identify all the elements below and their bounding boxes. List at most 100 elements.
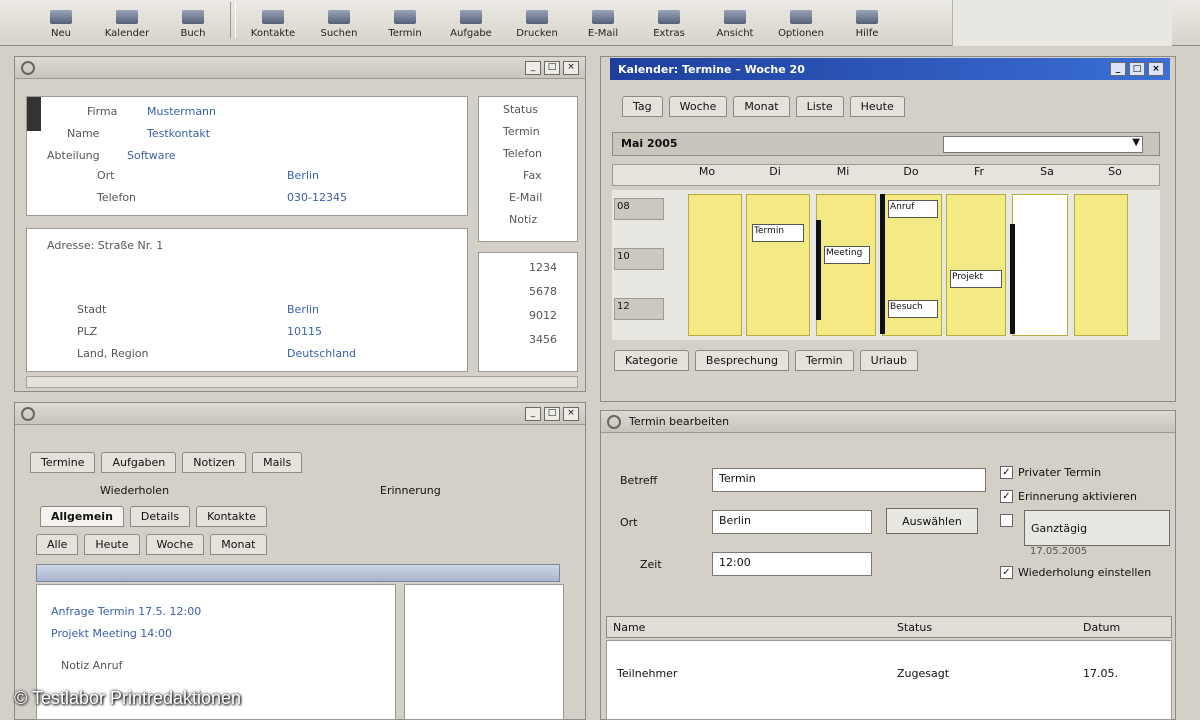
toolbar-book-button[interactable]: Buch xyxy=(160,0,226,39)
filter-all[interactable]: Alle xyxy=(36,534,79,555)
subject-input[interactable]: Termin xyxy=(712,468,986,492)
view-day[interactable]: Tag xyxy=(622,96,663,117)
tab-mails[interactable]: Mails xyxy=(252,452,303,473)
minimize-icon[interactable]: _ xyxy=(525,406,541,421)
table-cell[interactable]: Zugesagt xyxy=(897,667,949,680)
appointment[interactable]: Anruf xyxy=(888,200,938,218)
appointment[interactable]: Projekt xyxy=(950,270,1002,288)
toolbar-view-button[interactable]: Ansicht xyxy=(702,0,768,39)
day-column[interactable] xyxy=(746,194,810,336)
toolbar-new-button[interactable]: Neu xyxy=(28,0,94,39)
appointment[interactable]: Meeting xyxy=(824,246,870,264)
table-cell[interactable]: Teilnehmer xyxy=(617,667,677,680)
day-label: So xyxy=(1108,165,1122,178)
calendar-grid: 08 10 12 Termin Meeting Anruf Projekt Be… xyxy=(612,190,1160,340)
allday-option[interactable]: Ganztägig xyxy=(1024,510,1170,546)
day-column[interactable] xyxy=(688,194,742,336)
maximize-icon[interactable]: □ xyxy=(544,406,560,421)
task-icon xyxy=(460,10,482,24)
appointment[interactable]: Besuch xyxy=(888,300,938,318)
reminder-checkbox[interactable]: ✓ xyxy=(1000,490,1013,503)
private-checkbox[interactable]: ✓ xyxy=(1000,466,1013,479)
view-today[interactable]: Heute xyxy=(849,96,905,117)
tools-icon xyxy=(658,10,680,24)
select-button[interactable]: Auswählen xyxy=(886,508,978,534)
day-column[interactable] xyxy=(1012,194,1068,336)
close-icon[interactable]: × xyxy=(1148,62,1164,76)
toolbar-mail-button[interactable]: E-Mail xyxy=(570,0,636,39)
tab-termine[interactable]: Termine xyxy=(30,452,96,473)
subtab-general[interactable]: Allgemein xyxy=(40,506,124,527)
filter-today[interactable]: Heute xyxy=(84,534,140,555)
subtab-details[interactable]: Details xyxy=(129,506,191,527)
day-label: Mi xyxy=(836,165,850,178)
date-dropdown[interactable]: ▼ xyxy=(943,136,1143,153)
column-header[interactable]: Name xyxy=(613,621,645,634)
time-label: 12 xyxy=(614,298,664,320)
tab-aufgaben[interactable]: Aufgaben xyxy=(101,452,177,473)
minimize-icon[interactable]: _ xyxy=(1110,62,1126,76)
appointment-icon xyxy=(394,10,416,24)
view-list[interactable]: Liste xyxy=(795,96,844,117)
toolbar-separator xyxy=(230,1,236,38)
list-item[interactable]: Anfrage Termin 17.5. 12:00 xyxy=(51,605,201,618)
view-month[interactable]: Monat xyxy=(733,96,790,117)
footer-tab[interactable]: Urlaub xyxy=(859,350,918,371)
subtab-contacts[interactable]: Kontakte xyxy=(196,506,267,527)
card-marker xyxy=(27,97,41,131)
option-reminder[interactable]: Erinnerung xyxy=(380,484,441,497)
toolbar-contacts-button[interactable]: Kontakte xyxy=(240,0,306,39)
side-label: Fax xyxy=(523,169,542,182)
view-week[interactable]: Woche xyxy=(668,96,728,117)
maximize-icon[interactable]: □ xyxy=(544,60,560,75)
footer-tab[interactable]: Besprechung xyxy=(694,350,789,371)
footer-tab[interactable]: Termin xyxy=(794,350,854,371)
day-column[interactable] xyxy=(1074,194,1128,336)
side-label: Notiz xyxy=(509,213,538,226)
close-icon[interactable]: × xyxy=(563,406,579,421)
day-column[interactable] xyxy=(816,194,876,336)
minimize-icon[interactable]: _ xyxy=(525,60,541,75)
filter-month[interactable]: Monat xyxy=(210,534,267,555)
toolbar-help-button[interactable]: Hilfe xyxy=(834,0,900,39)
details-scrollbar[interactable] xyxy=(26,376,578,388)
toolbar-empty-area xyxy=(952,0,1172,46)
options-icon xyxy=(790,10,812,24)
side-label: Telefon xyxy=(503,147,543,160)
toolbar-print-button[interactable]: Drucken xyxy=(504,0,570,39)
table-cell[interactable]: 17.05. xyxy=(1083,667,1118,680)
appointment-bar[interactable] xyxy=(880,194,885,334)
option-repeat[interactable]: Wiederholen xyxy=(100,484,169,497)
footer-tab[interactable]: Kategorie xyxy=(614,350,689,371)
appointment[interactable]: Termin xyxy=(752,224,804,242)
allday-checkbox[interactable] xyxy=(1000,514,1013,527)
chevron-down-icon: ▼ xyxy=(1132,137,1140,148)
toolbar-options-button[interactable]: Optionen xyxy=(768,0,834,39)
side-value: 3456 xyxy=(529,333,557,346)
time-input[interactable]: 12:00 xyxy=(712,552,872,576)
column-header[interactable]: Status xyxy=(897,621,932,634)
window-controls: _ □ × xyxy=(525,406,579,421)
appointment-bar[interactable] xyxy=(1010,224,1015,334)
toolbar-appointment-button[interactable]: Termin xyxy=(372,0,438,39)
day-column[interactable] xyxy=(946,194,1006,336)
column-header[interactable]: Datum xyxy=(1083,621,1120,634)
toolbar-calendar-button[interactable]: Kalender xyxy=(94,0,160,39)
task-filters: Alle Heute Woche Monat xyxy=(36,534,267,555)
maximize-icon[interactable]: □ xyxy=(1129,62,1145,76)
appointment-bar[interactable] xyxy=(816,220,821,320)
main-toolbar: Neu Kalender Buch Kontakte Suchen Termin… xyxy=(0,0,1200,46)
toolbar-search-button[interactable]: Suchen xyxy=(306,0,372,39)
close-icon[interactable]: × xyxy=(563,60,579,75)
repeat-checkbox[interactable]: ✓ xyxy=(1000,566,1013,579)
side-value: 5678 xyxy=(529,285,557,298)
filter-week[interactable]: Woche xyxy=(145,534,205,555)
view-icon xyxy=(724,10,746,24)
time-label: Zeit xyxy=(640,558,662,571)
toolbar-task-button[interactable]: Aufgabe xyxy=(438,0,504,39)
list-item[interactable]: Projekt Meeting 14:00 xyxy=(51,627,172,640)
toolbar-tools-button[interactable]: Extras xyxy=(636,0,702,39)
list-item[interactable]: Notiz Anruf xyxy=(61,659,122,672)
location-input[interactable]: Berlin xyxy=(712,510,872,534)
tab-notizen[interactable]: Notizen xyxy=(182,452,247,473)
